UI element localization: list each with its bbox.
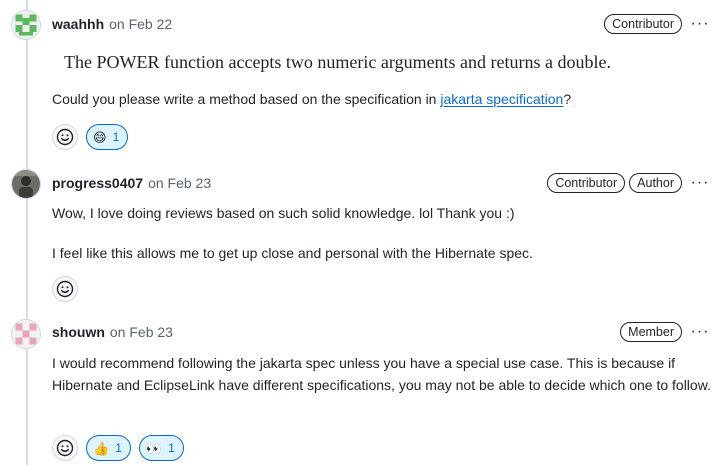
author-name[interactable]: shouwn bbox=[52, 324, 105, 340]
avatar[interactable] bbox=[12, 11, 40, 39]
add-reaction-button[interactable] bbox=[52, 435, 78, 461]
comment-paragraph: I would recommend following the jakarta … bbox=[52, 355, 711, 393]
eyes-emoji-icon: 👀 bbox=[145, 440, 163, 456]
author-name[interactable]: waahhh bbox=[52, 16, 104, 32]
quoted-text: The POWER function accepts two numeric a… bbox=[64, 52, 612, 72]
comment-body: Could you please write a method based on… bbox=[52, 91, 572, 107]
smiley-icon bbox=[56, 280, 74, 298]
member-badge: Member bbox=[620, 322, 682, 342]
thumbs-up-reaction-button[interactable]: 👍 1 bbox=[86, 435, 131, 461]
more-options-icon[interactable]: ··· bbox=[688, 173, 712, 193]
timeline-line bbox=[26, 0, 28, 465]
comment-paragraph: I feel like this allows me to get up clo… bbox=[52, 245, 533, 261]
reactions-bar: 😄 1 bbox=[52, 124, 129, 150]
eyes-reaction-button[interactable]: 👀 1 bbox=[138, 435, 184, 461]
reaction-count: 1 bbox=[168, 441, 175, 455]
add-reaction-button[interactable] bbox=[52, 276, 78, 302]
avatar[interactable] bbox=[12, 170, 40, 198]
smiley-icon bbox=[56, 439, 74, 457]
contributor-badge: Contributor bbox=[547, 173, 626, 193]
add-reaction-button[interactable] bbox=[52, 124, 78, 150]
identicon-green-icon bbox=[12, 11, 40, 39]
more-options-icon[interactable]: ··· bbox=[688, 322, 712, 342]
comment-header: progress0407 on Feb 23 Contributor Autho… bbox=[52, 173, 712, 193]
reactions-bar bbox=[52, 276, 78, 302]
jakarta-specification-link[interactable]: jakarta specification bbox=[440, 91, 563, 107]
smile-reaction-button[interactable]: 😄 1 bbox=[86, 124, 129, 150]
author-name[interactable]: progress0407 bbox=[52, 175, 143, 191]
reactions-bar: 👍 1 👀 1 bbox=[52, 435, 184, 461]
contributor-badge: Contributor bbox=[604, 14, 682, 34]
reaction-count: 1 bbox=[115, 441, 122, 455]
author-badge: Author bbox=[629, 173, 682, 193]
more-options-icon[interactable]: ··· bbox=[688, 14, 712, 34]
smiley-icon bbox=[56, 128, 74, 146]
comment-paragraph: Wow, I love doing reviews based on such … bbox=[52, 205, 515, 221]
comment-date[interactable]: on Feb 23 bbox=[148, 175, 211, 191]
identicon-pink-icon bbox=[12, 320, 40, 348]
comment-header: shouwn on Feb 23 Member ··· bbox=[52, 322, 712, 342]
reaction-count: 1 bbox=[112, 130, 120, 144]
user-photo-icon bbox=[12, 170, 40, 198]
smile-emoji-icon: 😄 bbox=[93, 129, 107, 145]
comment-date[interactable]: on Feb 22 bbox=[109, 16, 172, 32]
thumbs-up-emoji-icon: 👍 bbox=[93, 440, 110, 456]
avatar[interactable] bbox=[12, 320, 40, 348]
comment-header: waahhh on Feb 22 Contributor ··· bbox=[52, 14, 712, 34]
comment-date[interactable]: on Feb 23 bbox=[110, 324, 173, 340]
